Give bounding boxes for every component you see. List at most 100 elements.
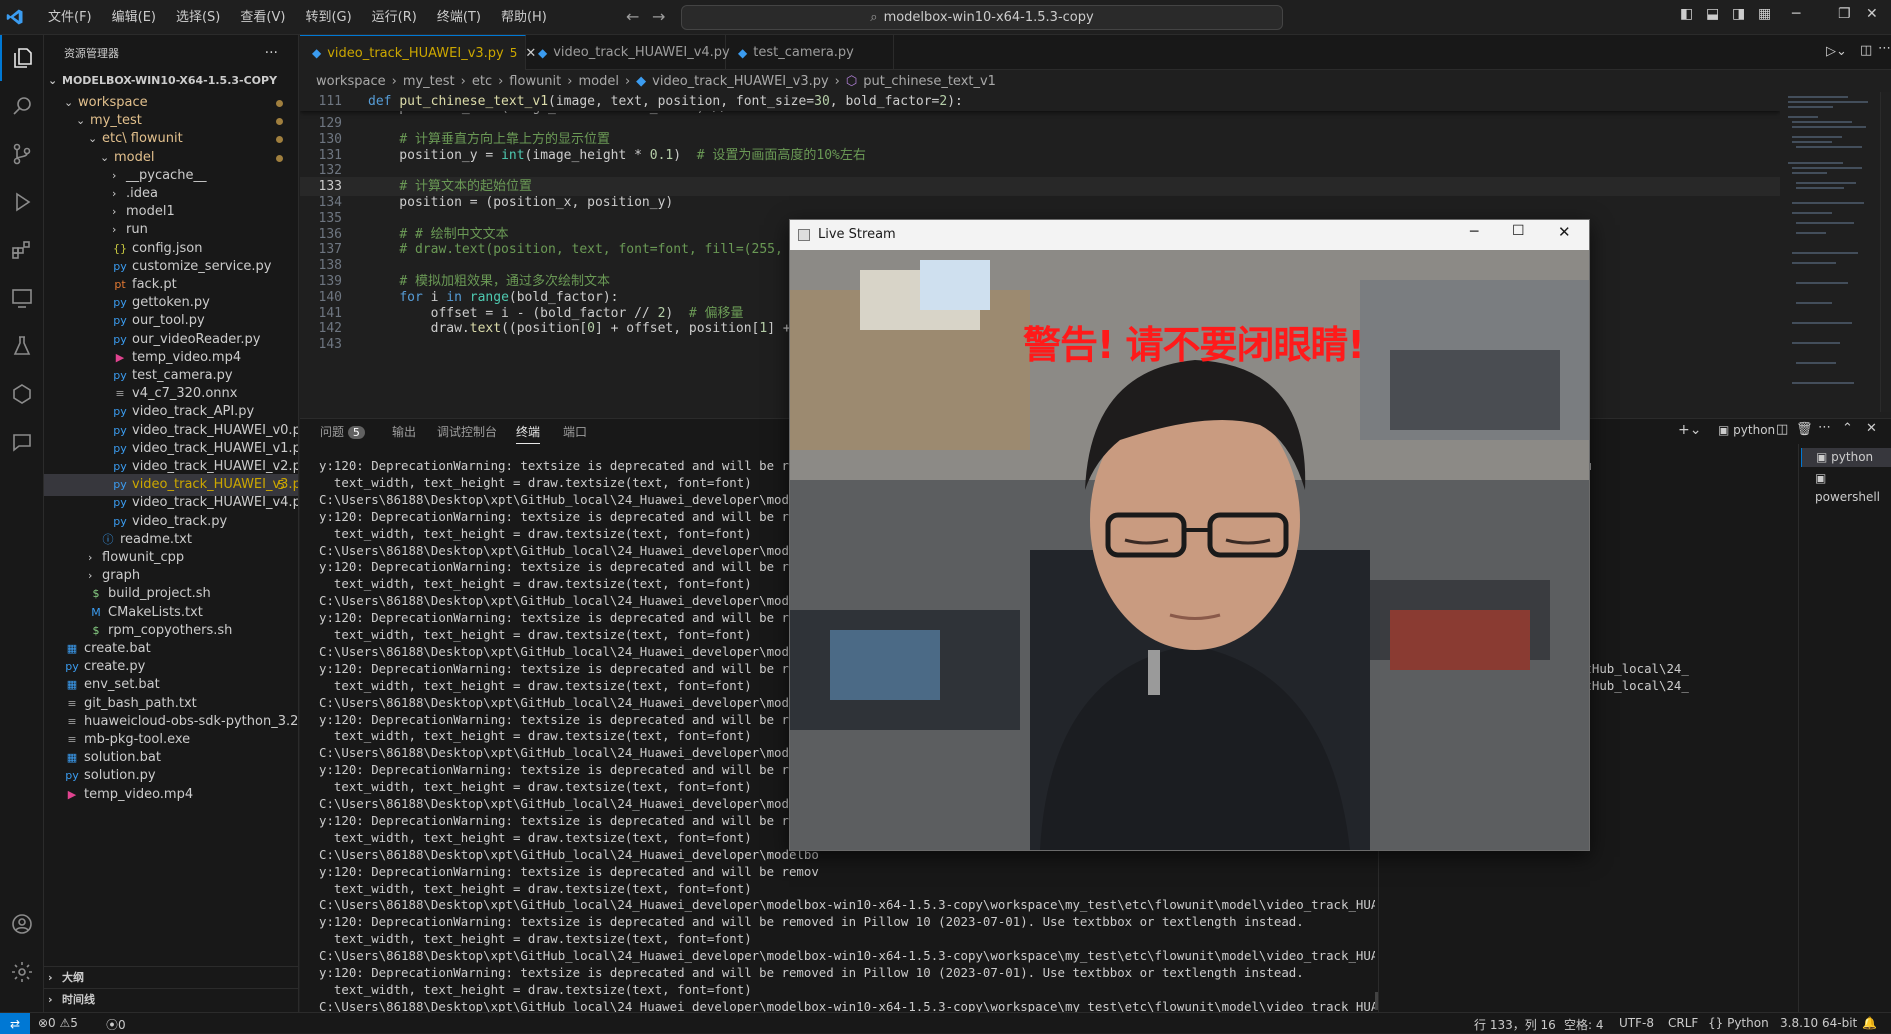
menu-file[interactable]: 文件(F) xyxy=(38,0,102,35)
restore-icon[interactable]: ❐ xyxy=(1838,6,1851,22)
minimize-icon[interactable]: ─ xyxy=(1792,6,1800,22)
terminal-item-powershell[interactable]: ▣ powershell xyxy=(1801,469,1891,504)
menu-edit[interactable]: 编辑(E) xyxy=(102,0,166,35)
live-stream-window[interactable]: Live Stream ─ ☐ ✕ 警告! 请不要闭眼睛! xyxy=(789,219,1590,851)
terminal-line: C:\Users\86188\Desktop\xpt\GitHub_local\… xyxy=(319,998,1375,1012)
tab-video-track-huawei-v4[interactable]: ◆ video_track_HUAWEI_v4.py xyxy=(526,35,730,70)
search-view-icon[interactable] xyxy=(0,83,44,129)
activity-bar xyxy=(0,35,44,1012)
workspace-root[interactable]: ⌄ MODELBOX-WIN10-X64-1.5.3-COPY xyxy=(44,70,298,92)
indentation[interactable]: 空格: 4 xyxy=(1564,1016,1604,1033)
ports-status[interactable]: ⦿0 xyxy=(106,1016,126,1033)
settings-gear-icon[interactable] xyxy=(0,949,44,995)
tree-item-label: run xyxy=(126,222,148,238)
tree-item-label: video_track_API.py xyxy=(132,404,255,420)
breadcrumb-item[interactable]: etc xyxy=(472,74,492,89)
editor-more-icon[interactable]: ⋯ xyxy=(1878,41,1891,56)
window-maximize-icon[interactable]: ☐ xyxy=(1512,223,1525,239)
explorer-icon[interactable] xyxy=(0,35,44,81)
menu-go[interactable]: 转到(G) xyxy=(295,0,361,35)
terminal-line: y:120: DeprecationWarning: textsize is d… xyxy=(319,559,819,575)
outline-section[interactable]: › 大纲 xyxy=(44,966,298,988)
encoding[interactable]: UTF-8 xyxy=(1619,1016,1654,1030)
tree-item-label: fack.pt xyxy=(132,277,177,292)
terminal-line: text_width, text_height = draw.textsize(… xyxy=(319,627,752,642)
minimap[interactable] xyxy=(1780,92,1880,412)
testing-icon[interactable] xyxy=(0,323,44,369)
tab-terminal[interactable]: 终端 xyxy=(516,423,541,444)
tree-item-label: graph xyxy=(102,568,141,584)
back-arrow-icon[interactable]: ← xyxy=(626,7,639,26)
toggle-sidebar-icon[interactable]: ◧ xyxy=(1680,6,1693,22)
menu-run[interactable]: 运行(R) xyxy=(362,0,427,35)
panel-more-icon[interactable]: ⋯ xyxy=(1818,420,1831,435)
toggle-panel-icon[interactable]: ⬓ xyxy=(1706,6,1719,22)
window-minimize-icon[interactable]: ─ xyxy=(1470,224,1478,240)
toggle-secondary-sidebar-icon[interactable]: ◨ xyxy=(1732,6,1745,22)
cursor-position[interactable]: 行 133，列 16 xyxy=(1474,1016,1556,1033)
tree-item-label: video_track_HUAWEI_v4.py xyxy=(132,495,299,511)
notifications-bell-icon[interactable]: 🔔 xyxy=(1862,1016,1877,1030)
terminal-line: text_width, text_height = draw.textsize(… xyxy=(319,981,752,997)
tab-ports[interactable]: 端口 xyxy=(563,423,587,440)
remote-explorer-icon[interactable] xyxy=(0,275,44,321)
breadcrumb-item[interactable]: my_test xyxy=(403,74,455,89)
editor-scrollbar[interactable] xyxy=(1880,92,1891,412)
vscode-logo-icon xyxy=(0,0,30,35)
menu-terminal[interactable]: 终端(T) xyxy=(427,0,491,35)
explorer-header: 资源管理器 ··· xyxy=(44,35,298,70)
breadcrumb-item[interactable]: video_track_HUAWEI_v3.py xyxy=(652,74,829,89)
breadcrumb-item[interactable]: flowunit xyxy=(509,74,561,89)
sticky-scroll-line[interactable]: 111 def put_chinese_text_v1(image, text, … xyxy=(300,92,1780,111)
timeline-section[interactable]: › 时间线 xyxy=(44,988,298,1010)
menu-selection[interactable]: 选择(S) xyxy=(166,0,230,35)
source-control-icon[interactable] xyxy=(0,131,44,177)
new-terminal-icon[interactable]: +⌄ xyxy=(1678,422,1701,438)
tree-item-label: video_track_HUAWEI_v2.py xyxy=(132,459,299,474)
command-center[interactable]: ⌕ modelbox-win10-x64-1.5.3-copy xyxy=(681,5,1283,30)
close-panel-icon[interactable]: ✕ xyxy=(1866,421,1877,436)
extensions-icon[interactable] xyxy=(0,227,44,273)
accounts-icon[interactable] xyxy=(0,901,44,947)
run-debug-icon[interactable] xyxy=(0,179,44,225)
remote-indicator-icon[interactable]: ⇄ xyxy=(0,1013,30,1034)
split-editor-icon[interactable]: ◫ xyxy=(1860,43,1872,58)
terminal-line: y:120: DeprecationWarning: textsize is d… xyxy=(319,762,819,778)
minimap-preview xyxy=(1788,96,1868,384)
tree-item-label: mb-pkg-tool.exe xyxy=(84,732,191,747)
terminal-item-python[interactable]: ▣ python xyxy=(1801,448,1891,467)
modified-dot xyxy=(276,100,283,107)
language-mode[interactable]: {} Python xyxy=(1708,1016,1769,1030)
tab-debug-console[interactable]: 调试控制台 xyxy=(437,423,497,440)
live-stream-title: Live Stream xyxy=(818,227,896,242)
problems-status[interactable]: ⊗0 ⚠5 xyxy=(38,1016,78,1030)
window-close-icon[interactable]: ✕ xyxy=(1558,223,1571,241)
live-stream-titlebar[interactable]: Live Stream ─ ☐ ✕ xyxy=(790,220,1589,249)
breadcrumb-item[interactable]: workspace xyxy=(316,74,386,89)
breadcrumb-item[interactable]: model xyxy=(578,74,618,89)
chat-icon[interactable] xyxy=(0,419,44,465)
more-actions-icon[interactable]: ··· xyxy=(265,45,278,61)
line-ending[interactable]: CRLF xyxy=(1668,1016,1698,1030)
close-window-icon[interactable]: ✕ xyxy=(1866,6,1878,22)
outline-label: 大纲 xyxy=(62,971,84,984)
maximize-panel-icon[interactable]: ⌃ xyxy=(1842,421,1853,436)
file-item[interactable]: ▶ temp_video.mp4 xyxy=(44,784,298,806)
huawei-extension-icon[interactable] xyxy=(0,371,44,417)
menu-view[interactable]: 查看(V) xyxy=(230,0,295,35)
kill-terminal-icon[interactable]: 🗑 xyxy=(1796,422,1813,437)
run-python-file-icon[interactable]: ▷⌄ xyxy=(1826,44,1847,59)
tab-output[interactable]: 输出 xyxy=(392,423,416,440)
customize-layout-icon[interactable]: ▦ xyxy=(1758,6,1771,22)
split-terminal-icon[interactable]: ◫ xyxy=(1776,422,1788,437)
terminal-profile[interactable]: ▣ python xyxy=(1718,423,1775,437)
tab-test-camera[interactable]: ◆ test_camera.py xyxy=(726,35,894,70)
menu-help[interactable]: 帮助(H) xyxy=(491,0,557,35)
tab-problems[interactable]: 问题 5 xyxy=(320,423,365,440)
tree-item-label: video_track_HUAWEI_v0.py xyxy=(132,422,299,438)
python-interpreter[interactable]: 3.8.10 64-bit xyxy=(1780,1016,1857,1030)
tree-item-label: git_bash_path.txt xyxy=(84,695,197,711)
breadcrumb-item[interactable]: put_chinese_text_v1 xyxy=(863,74,996,89)
tab-video-track-huawei-v3[interactable]: ◆ video_track_HUAWEI_v3.py 5 ✕ xyxy=(300,35,536,70)
forward-arrow-icon[interactable]: → xyxy=(652,7,665,26)
